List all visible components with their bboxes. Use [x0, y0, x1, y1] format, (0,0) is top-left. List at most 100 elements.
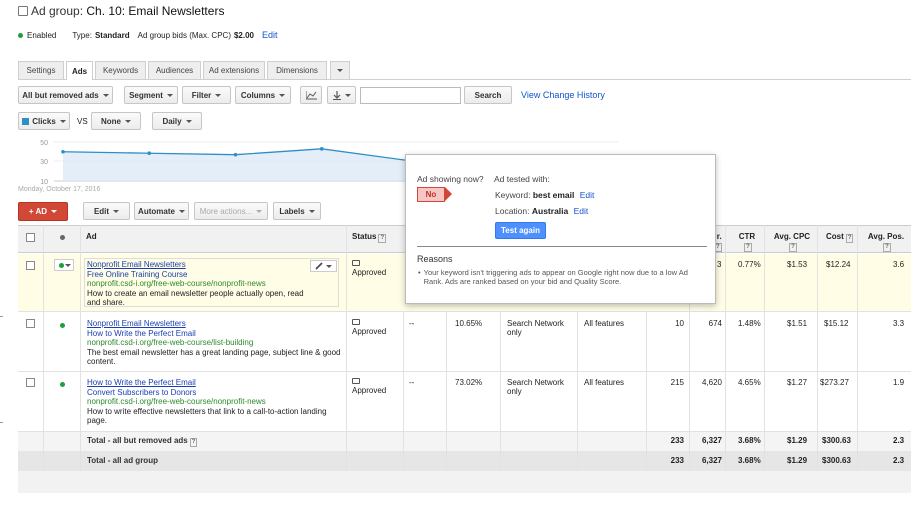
- search-input[interactable]: [360, 87, 461, 104]
- col-header-avg-cpc[interactable]: Avg. CPC?: [772, 232, 812, 252]
- period-dropdown[interactable]: Daily: [152, 112, 202, 130]
- more-actions-label: More actions...: [199, 206, 253, 216]
- columns-button[interactable]: Columns: [235, 86, 291, 104]
- data-point[interactable]: [233, 152, 238, 157]
- row-checkbox[interactable]: [26, 319, 35, 328]
- x-axis-start-label: Monday, October 17, 2016: [18, 186, 100, 193]
- tab-dimensions[interactable]: Dimensions: [267, 61, 327, 79]
- data-point[interactable]: [319, 147, 324, 151]
- row-avg-cpc: $1.27: [787, 378, 808, 387]
- ad-line2: Free Online Training Course: [87, 269, 188, 279]
- row-avg-cpc: $1.51: [787, 319, 808, 328]
- more-actions-button[interactable]: More actions...: [194, 202, 268, 220]
- labels-label: Labels: [279, 206, 305, 216]
- tab-settings[interactable]: Settings: [18, 61, 64, 79]
- download-button[interactable]: [327, 86, 356, 104]
- row-devices: All features: [584, 319, 625, 328]
- row-cost: $12.24: [826, 260, 851, 269]
- col-divider: [725, 225, 726, 471]
- row-avg-pos: 3.6: [893, 260, 905, 269]
- y-tick: 10: [40, 179, 48, 186]
- tab-ads[interactable]: Ads: [66, 61, 93, 80]
- status-enabled: Enabled: [27, 30, 57, 40]
- toggle-graph-button[interactable]: [300, 86, 322, 104]
- columns-label: Columns: [240, 90, 276, 100]
- row-network: Search Network only: [507, 319, 564, 337]
- edit-bids-link[interactable]: Edit: [262, 30, 278, 40]
- keyword-label: Keyword:: [495, 190, 531, 200]
- row-divider: [18, 311, 911, 312]
- edit-keyword-link[interactable]: Edit: [580, 190, 595, 200]
- tab-more-dropdown[interactable]: [330, 61, 350, 79]
- metric2-dropdown[interactable]: None: [91, 112, 141, 130]
- test-again-button[interactable]: Test again: [495, 222, 546, 239]
- row-avg-pos: 3.3: [893, 319, 905, 328]
- row-status-dropdown[interactable]: [54, 259, 74, 271]
- col-header-ctr[interactable]: CTR?: [736, 232, 758, 252]
- bids-value: $2.00: [233, 30, 255, 40]
- ad-showing-badge: No: [417, 187, 445, 202]
- tab-keywords[interactable]: Keywords: [95, 61, 146, 79]
- metric1-dropdown[interactable]: Clicks: [18, 112, 70, 130]
- col-header-status[interactable]: Status?: [352, 232, 387, 243]
- edit-location-link[interactable]: Edit: [574, 206, 589, 216]
- ad-headline-link[interactable]: Nonprofit Email Newsletters: [87, 319, 343, 329]
- col-header-avg-pos-label: Avg. Pos.: [867, 232, 905, 241]
- col-header-cost[interactable]: Cost?: [826, 232, 854, 243]
- segment-label: Segment: [129, 90, 163, 100]
- ad-filter-dropdown[interactable]: All but removed ads: [18, 86, 113, 104]
- location-line: Location: Australia Edit: [495, 206, 588, 216]
- data-point[interactable]: [147, 151, 152, 156]
- help-icon[interactable]: ?: [845, 234, 854, 243]
- col-divider: [346, 225, 347, 471]
- labels-button[interactable]: Labels: [273, 202, 321, 220]
- edit-button[interactable]: Edit: [83, 202, 130, 220]
- comment-icon[interactable]: [352, 378, 360, 384]
- view-change-history-link[interactable]: View Change History: [521, 90, 605, 100]
- tab-ad-extensions[interactable]: Ad extensions: [203, 61, 265, 79]
- help-icon[interactable]: ?: [883, 243, 891, 252]
- help-icon[interactable]: ?: [789, 243, 797, 252]
- chevron-down-icon: [166, 93, 173, 97]
- tab-audiences[interactable]: Audiences: [148, 61, 201, 79]
- segment-button[interactable]: Segment: [124, 86, 178, 104]
- help-icon[interactable]: ?: [189, 438, 198, 447]
- row-checkbox[interactable]: [26, 261, 35, 270]
- col-header-ad[interactable]: Ad: [86, 232, 97, 241]
- data-point[interactable]: [61, 149, 65, 154]
- total-label: Total - all ad group: [87, 456, 158, 465]
- new-ad-button[interactable]: + AD: [18, 202, 68, 221]
- chevron-down-icon: [279, 93, 286, 97]
- help-icon[interactable]: ?: [744, 243, 752, 252]
- filter-button[interactable]: Filter: [182, 86, 231, 104]
- col-header-avg-pos[interactable]: Avg. Pos.?: [866, 232, 906, 252]
- chevron-down-icon: [337, 69, 343, 72]
- row-avg-pos: 1.9: [893, 378, 905, 387]
- ad-group-name: Ch. 10: Email Newsletters: [86, 4, 225, 18]
- enabled-dot-icon: [60, 323, 65, 328]
- row-avg-cpc: $1.53: [787, 260, 808, 269]
- row-network: Search Network only: [507, 378, 564, 396]
- chevron-down-icon: [178, 209, 185, 213]
- row-dash: --: [409, 319, 415, 328]
- automate-label: Automate: [138, 206, 175, 216]
- ad-headline-link[interactable]: How to Write the Perfect Email: [87, 378, 343, 388]
- search-button[interactable]: Search: [464, 86, 512, 104]
- row-ctr: 1.48%: [738, 319, 761, 328]
- row-divider: [18, 371, 911, 372]
- comment-icon[interactable]: [352, 319, 360, 325]
- status-line: Enabled Type: Standard Ad group bids (Ma…: [18, 30, 278, 40]
- chevron-down-icon: [308, 209, 315, 213]
- col-header-ctr-label: CTR: [738, 232, 756, 241]
- col-divider: [577, 311, 578, 471]
- reason-text: Your keyword isn't triggering ads to app…: [423, 268, 688, 286]
- filter-label: Filter: [191, 90, 212, 100]
- ad-text-block: How to Write the Perfect Email Convert S…: [87, 378, 343, 426]
- help-icon[interactable]: ?: [378, 234, 387, 243]
- select-all-checkbox[interactable]: [26, 233, 35, 242]
- metric1-label: Clicks: [32, 116, 56, 126]
- row-checkbox[interactable]: [26, 378, 35, 387]
- ad-headline-link[interactable]: Nonprofit Email Newsletters: [87, 260, 319, 270]
- comment-icon[interactable]: [352, 260, 360, 266]
- automate-button[interactable]: Automate: [134, 202, 189, 220]
